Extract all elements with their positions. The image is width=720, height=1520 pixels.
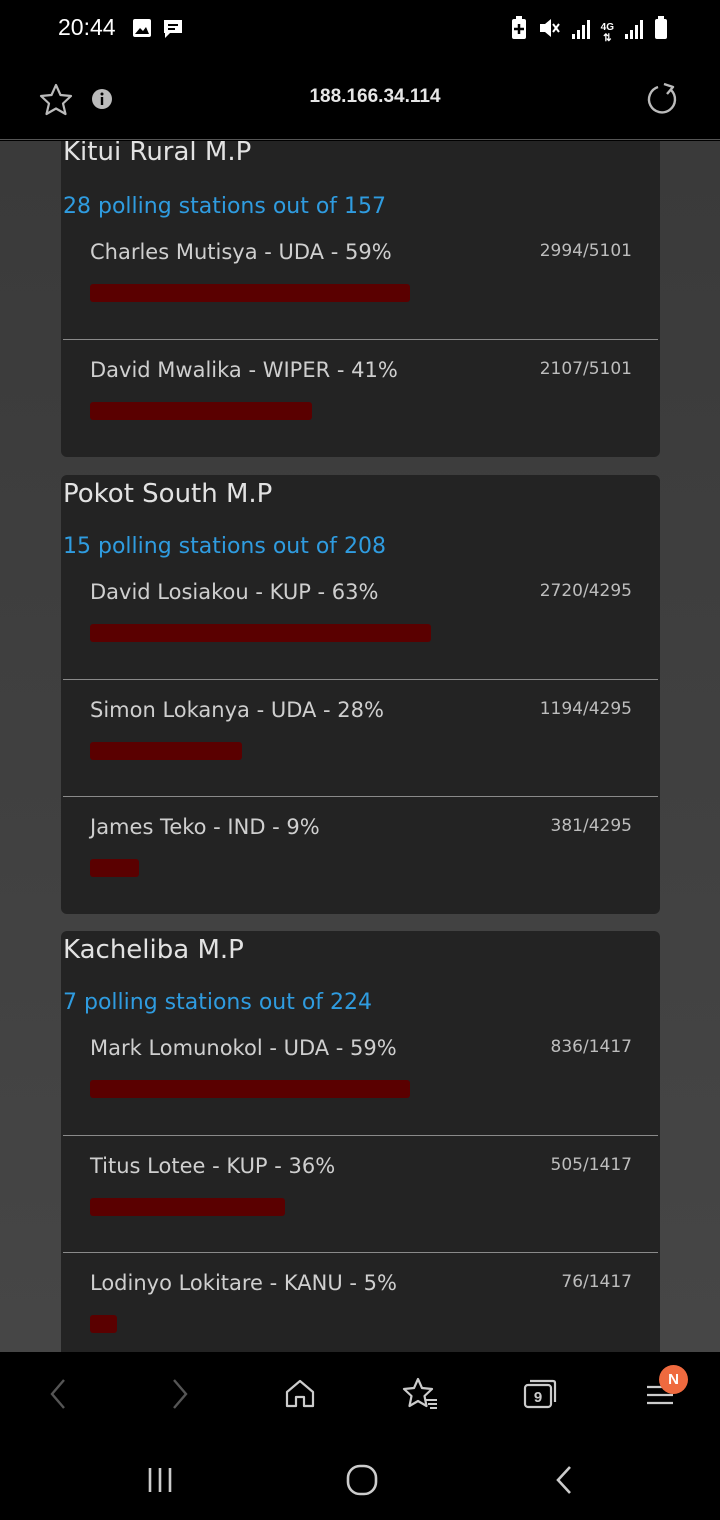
candidate-votes: 2720/4295 (539, 581, 632, 601)
candidate-label: Titus Lotee - KUP - 36% (90, 1154, 336, 1178)
vote-bar-fill (90, 284, 410, 302)
results-page[interactable]: Kitui Rural M.P 28 polling stations out … (0, 141, 720, 1352)
candidate-votes: 2107/5101 (539, 359, 632, 379)
home-nav-button[interactable] (340, 1458, 384, 1502)
4g-icon: 4G ⇅ (600, 22, 614, 44)
candidate-row: Titus Lotee - KUP - 36% 505/1417 (63, 1135, 658, 1252)
notification-badge: N (659, 1365, 688, 1394)
bookmarks-button[interactable] (398, 1372, 442, 1416)
reload-icon[interactable] (644, 81, 680, 121)
candidate-label: Charles Mutisya - UDA - 59% (90, 240, 392, 264)
mute-icon (537, 16, 561, 44)
candidate-votes: 2994/5101 (539, 241, 632, 261)
recent-apps-icon (148, 1468, 172, 1492)
candidate-row: David Mwalika - WIPER - 41% 2107/5101 (63, 339, 658, 456)
candidate-votes: 836/1417 (550, 1037, 632, 1057)
race-title: Pokot South M.P (63, 479, 273, 509)
browser-bottom-toolbar: 9 (0, 1352, 720, 1436)
race-title: Kitui Rural M.P (63, 141, 252, 167)
chevron-left-icon (50, 1379, 65, 1409)
polling-stations-count: 7 polling stations out of 224 (63, 990, 373, 1015)
status-bar: 20:44 4G ⇅ (0, 0, 720, 60)
vote-bar (90, 859, 632, 877)
status-left-icons (132, 18, 184, 44)
back-nav-button[interactable] (542, 1458, 586, 1502)
candidate-row: David Losiakou - KUP - 63% 2720/4295 (63, 562, 658, 679)
image-icon (132, 18, 152, 44)
recent-apps-button[interactable] (138, 1458, 182, 1502)
bookmarks-star-icon (402, 1377, 437, 1409)
candidate-label: Lodinyo Lokitare - KANU - 5% (90, 1271, 397, 1295)
candidate-row: Lodinyo Lokitare - KANU - 5% 76/1417 (63, 1252, 658, 1352)
system-navigation-bar (0, 1436, 720, 1520)
chevron-right-icon (173, 1379, 188, 1409)
home-circle-icon (346, 1464, 378, 1496)
candidate-row: Mark Lomunokol - UDA - 59% 836/1417 (63, 1018, 658, 1135)
vote-bar (90, 1198, 632, 1216)
polling-stations-count: 15 polling stations out of 208 (63, 534, 387, 559)
candidate-votes: 381/4295 (550, 816, 632, 836)
vote-bar-fill (90, 1080, 410, 1098)
candidate-label: David Losiakou - KUP - 63% (90, 580, 379, 604)
vote-bar-fill (90, 624, 432, 642)
race-title: Kacheliba M.P (63, 935, 244, 965)
vote-bar-fill (90, 859, 139, 877)
race-card-kacheliba: Kacheliba M.P 7 polling stations out of … (61, 931, 660, 1352)
back-button[interactable] (36, 1372, 80, 1416)
vote-bar (90, 284, 632, 302)
browser-url-bar: 188.166.34.114 (0, 60, 720, 140)
candidate-row: James Teko - IND - 9% 381/4295 (63, 796, 658, 913)
race-card-pokot-south: Pokot South M.P 15 polling stations out … (61, 475, 660, 914)
candidate-label: David Mwalika - WIPER - 41% (90, 358, 398, 382)
signal-icon (571, 18, 591, 44)
candidate-label: Mark Lomunokol - UDA - 59% (90, 1036, 397, 1060)
candidate-label: James Teko - IND - 9% (90, 815, 320, 839)
message-icon (162, 18, 184, 44)
polling-stations-count: 28 polling stations out of 157 (63, 194, 387, 219)
vote-bar-fill (90, 402, 313, 420)
candidate-label: Simon Lokanya - UDA - 28% (90, 698, 384, 722)
candidate-row: Charles Mutisya - UDA - 59% 2994/5101 (63, 222, 658, 339)
vote-bar (90, 742, 632, 760)
vote-bar (90, 624, 632, 642)
battery-icon (654, 16, 668, 44)
candidate-votes: 76/1417 (561, 1272, 632, 1292)
vote-bar (90, 402, 632, 420)
url-text[interactable]: 188.166.34.114 (0, 86, 720, 108)
candidate-votes: 1194/4295 (539, 699, 632, 719)
forward-button[interactable] (158, 1372, 202, 1416)
tabs-icon: 9 (523, 1379, 557, 1409)
vote-bar-fill (90, 1198, 286, 1216)
4g-label: 4G (600, 22, 614, 33)
back-arrow-icon (556, 1466, 571, 1494)
vote-bar-fill (90, 1315, 118, 1333)
vote-bar-fill (90, 742, 242, 760)
race-card-kitui-rural: Kitui Rural M.P 28 polling stations out … (61, 141, 660, 457)
signal-icon (624, 18, 644, 44)
vote-bar (90, 1315, 632, 1333)
vote-bar (90, 1080, 632, 1098)
tabs-button[interactable]: 9 (518, 1372, 562, 1416)
status-right-icons: 4G ⇅ (511, 16, 668, 44)
battery-saver-icon (511, 16, 527, 44)
status-time: 20:44 (58, 14, 116, 40)
tab-count: 9 (534, 1389, 542, 1406)
home-icon (285, 1379, 315, 1408)
home-button[interactable] (278, 1372, 322, 1416)
candidate-row: Simon Lokanya - UDA - 28% 1194/4295 (63, 679, 658, 796)
candidate-votes: 505/1417 (550, 1155, 632, 1175)
